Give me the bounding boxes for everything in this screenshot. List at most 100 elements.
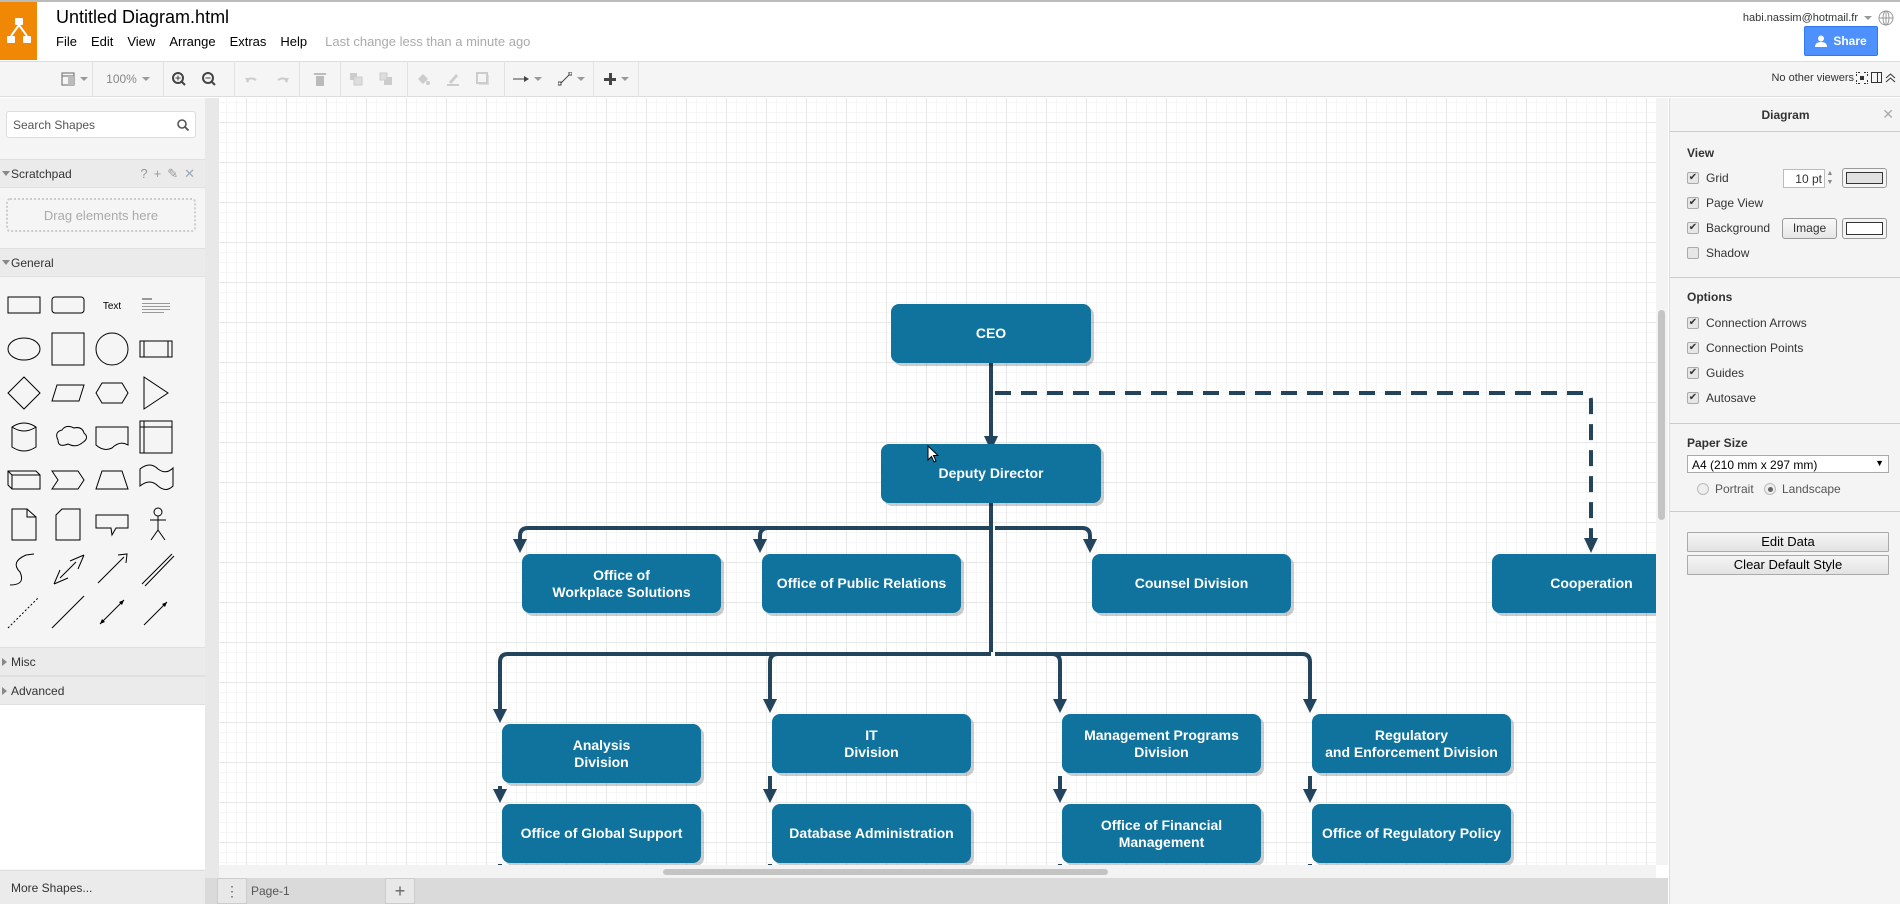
close-icon[interactable]: ✕: [1882, 106, 1894, 123]
node-financial-management[interactable]: Office of Financial Management: [1062, 804, 1261, 863]
background-option[interactable]: ✔ Background: [1687, 221, 1770, 235]
last-change-status[interactable]: Last change less than a minute ago: [325, 34, 530, 49]
guides-option[interactable]: ✔ Guides: [1687, 366, 1744, 380]
more-shapes-button[interactable]: More Shapes...: [0, 870, 205, 904]
background-color-button[interactable]: [1842, 218, 1887, 239]
shape-tape: [139, 464, 174, 490]
autosave-option[interactable]: ✔ Autosave: [1687, 391, 1756, 405]
node-deputy-director[interactable]: Deputy Director: [881, 444, 1101, 503]
sidebar-empty-area: [0, 705, 205, 869]
app-logo[interactable]: [0, 2, 37, 60]
menu-help[interactable]: Help: [280, 34, 315, 49]
options-heading: Options: [1687, 290, 1733, 304]
diagram-canvas[interactable]: CEO Deputy Director Office of Workplace …: [219, 98, 1656, 865]
fill-color-button[interactable]: [408, 61, 438, 97]
redo-button[interactable]: [267, 61, 299, 97]
connection-arrows-label: Connection Arrows: [1706, 316, 1807, 330]
globe-icon[interactable]: [1878, 10, 1894, 26]
grid-color-button[interactable]: [1842, 168, 1887, 188]
connection-arrows-checkbox[interactable]: ✔: [1687, 317, 1699, 329]
background-image-button[interactable]: Image: [1782, 218, 1837, 239]
node-regulatory-policy[interactable]: Office of Regulatory Policy: [1312, 804, 1511, 863]
collapse-icon[interactable]: [1885, 72, 1896, 83]
page-view-option[interactable]: ✔ Page View: [1687, 196, 1763, 210]
zoom-in-button[interactable]: [164, 61, 194, 97]
user-account[interactable]: habi.nassim@hotmail.fr: [1743, 12, 1872, 24]
grid-size-stepper[interactable]: ▲ ▼: [1825, 169, 1835, 188]
waypoints-button[interactable]: [549, 61, 593, 97]
format-panel-toggle[interactable]: [56, 61, 92, 97]
help-icon[interactable]: ?: [140, 166, 147, 182]
zoom-select[interactable]: 100%: [93, 61, 163, 97]
line-color-button[interactable]: [438, 61, 468, 97]
general-section-header[interactable]: General: [0, 248, 205, 277]
node-analysis-division[interactable]: Analysis Division: [502, 724, 701, 783]
connection-points-checkbox[interactable]: ✔: [1687, 342, 1699, 354]
sidebar-resize-handle[interactable]: [205, 98, 219, 878]
autosave-checkbox[interactable]: ✔: [1687, 392, 1699, 404]
page-tab[interactable]: Page-1: [251, 884, 290, 898]
menu-file[interactable]: File: [56, 34, 85, 49]
scratchpad-section-header[interactable]: Scratchpad ? + ✎ ✕: [0, 159, 205, 188]
grid-checkbox[interactable]: ✔: [1687, 172, 1699, 184]
zoom-out-button[interactable]: [194, 61, 224, 97]
undo-button[interactable]: [235, 61, 267, 97]
menu-extras[interactable]: Extras: [230, 34, 275, 49]
edit-icon[interactable]: ✎: [167, 166, 178, 182]
advanced-section-header[interactable]: Advanced: [0, 676, 205, 705]
connection-style-button[interactable]: [505, 61, 549, 97]
to-back-button[interactable]: [371, 61, 401, 97]
vertical-scrollbar-thumb[interactable]: [1658, 310, 1665, 520]
share-button[interactable]: Share: [1804, 26, 1878, 56]
portrait-radio[interactable]: [1697, 483, 1709, 495]
node-it-division[interactable]: IT Division: [772, 714, 971, 773]
guides-checkbox[interactable]: ✔: [1687, 367, 1699, 379]
to-front-button[interactable]: [341, 61, 371, 97]
edit-data-button[interactable]: Edit Data: [1687, 532, 1889, 552]
page-view-checkbox[interactable]: ✔: [1687, 197, 1699, 209]
add-page-button[interactable]: +: [385, 878, 415, 904]
node-workplace-solutions[interactable]: Office of Workplace Solutions: [522, 554, 721, 613]
node-cooperation[interactable]: Cooperation: [1492, 554, 1656, 613]
paper-size-select[interactable]: A4 (210 mm x 297 mm) ▼: [1687, 455, 1889, 473]
search-shapes-input[interactable]: Search Shapes: [6, 111, 196, 138]
menu-view[interactable]: View: [127, 34, 163, 49]
node-global-support[interactable]: Office of Global Support: [502, 804, 701, 863]
background-checkbox[interactable]: ✔: [1687, 222, 1699, 234]
fullscreen-icon[interactable]: [1856, 72, 1868, 84]
divider: [1670, 511, 1900, 512]
scratchpad-drop-zone[interactable]: Drag elements here: [6, 198, 196, 232]
node-management-programs[interactable]: Management Programs Division: [1062, 714, 1261, 773]
node-counsel-division[interactable]: Counsel Division: [1092, 554, 1291, 613]
portrait-option[interactable]: Portrait: [1697, 482, 1754, 496]
search-icon[interactable]: [177, 119, 189, 131]
horizontal-scrollbar-thumb[interactable]: [663, 869, 1108, 875]
delete-button[interactable]: [300, 61, 340, 97]
grid-label: Grid: [1706, 171, 1729, 185]
insert-button[interactable]: [594, 61, 638, 97]
node-regulatory-enforcement[interactable]: Regulatory and Enforcement Division: [1312, 714, 1511, 773]
landscape-radio[interactable]: [1764, 483, 1776, 495]
scratchpad-actions: ? + ✎ ✕: [140, 166, 195, 182]
shape-card: [55, 508, 81, 541]
shadow-button[interactable]: [468, 61, 498, 97]
misc-section-header[interactable]: Misc: [0, 647, 205, 676]
clear-default-style-button[interactable]: Clear Default Style: [1687, 555, 1889, 575]
node-ceo[interactable]: CEO: [891, 304, 1091, 363]
menu-edit[interactable]: Edit: [91, 34, 121, 49]
grid-size-input[interactable]: 10 pt: [1783, 169, 1825, 188]
shadow-option[interactable]: Shadow: [1687, 246, 1749, 260]
close-icon[interactable]: ✕: [184, 166, 195, 182]
toggle-panel-icon[interactable]: [1871, 72, 1882, 83]
menu-arrange[interactable]: Arrange: [169, 34, 223, 49]
landscape-option[interactable]: Landscape: [1764, 482, 1841, 496]
add-icon[interactable]: +: [154, 166, 162, 182]
connection-points-option[interactable]: ✔ Connection Points: [1687, 341, 1803, 355]
connection-arrows-option[interactable]: ✔ Connection Arrows: [1687, 316, 1807, 330]
node-database-administration[interactable]: Database Administration: [772, 804, 971, 863]
grid-option[interactable]: ✔ Grid: [1687, 171, 1729, 185]
shadow-checkbox[interactable]: [1687, 247, 1699, 259]
page-menu-button[interactable]: ⋮: [217, 878, 247, 904]
document-title[interactable]: Untitled Diagram.html: [56, 7, 229, 28]
node-public-relations[interactable]: Office of Public Relations: [762, 554, 961, 613]
